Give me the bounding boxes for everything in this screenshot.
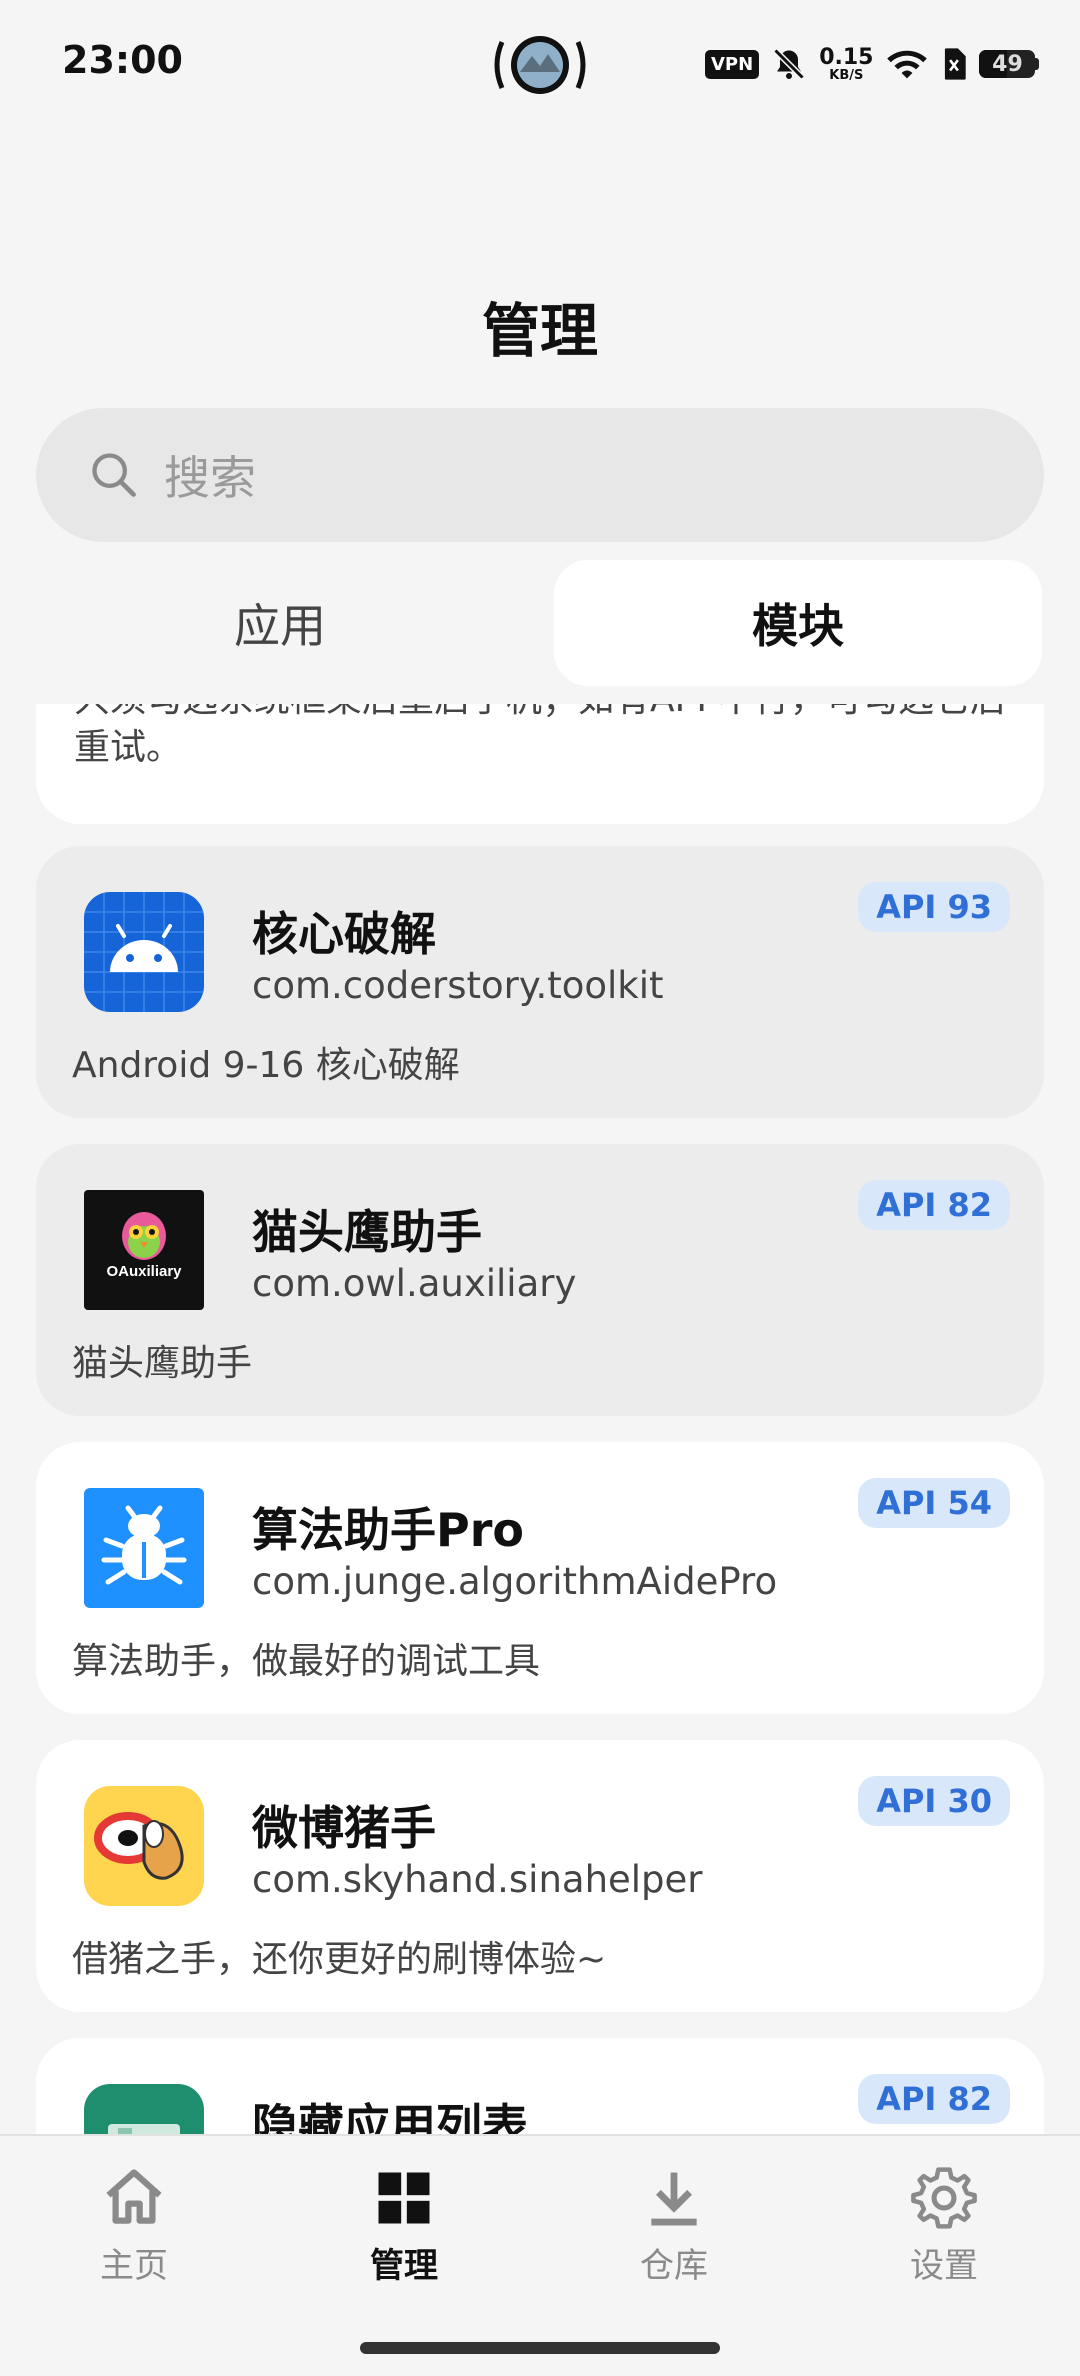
tab-apps[interactable]: 应用 [36, 560, 524, 686]
nav-repository[interactable]: 仓库 [574, 2164, 774, 2287]
module-name: 猫头鹰助手 [252, 1205, 482, 1259]
grid-icon [378, 2172, 430, 2224]
module-card-hide-apps[interactable]: 隐藏应用列表 API 82 [36, 2038, 1044, 2134]
no-sim-icon [945, 48, 967, 80]
mute-bell-icon [773, 48, 805, 80]
module-description: 猫头鹰助手 [72, 1343, 253, 1384]
segment-tabs: 应用 模块 [36, 560, 1044, 686]
search-input[interactable]: 搜索 [36, 408, 1044, 542]
status-bar: 23:00 VPN 0.15 KB/S 49 [0, 0, 1080, 126]
module-card-weibo[interactable]: 微博猪手 com.skyhand.sinahelper 借猪之手，还你更好的刷博… [36, 1740, 1044, 2012]
module-card-toolkit[interactable]: 核心破解 com.coderstory.toolkit Android 9-16… [36, 846, 1044, 1118]
api-badge: API 82 [858, 1180, 1010, 1230]
api-badge: API 30 [858, 1776, 1010, 1826]
weibo-pig-icon [84, 1786, 204, 1906]
module-description: 算法助手，做最好的调试工具 [72, 1641, 541, 1682]
module-card-algorithm[interactable]: 算法助手Pro com.junge.algorithmAidePro 算法助手，… [36, 1442, 1044, 1714]
api-badge: API 82 [858, 2074, 1010, 2124]
nav-home[interactable]: 主页 [34, 2164, 234, 2287]
battery-icon: 49 [979, 50, 1040, 78]
bottom-navigation: 主页 管理 仓库 设置 [0, 2134, 1080, 2376]
vpn-badge: VPN [705, 49, 760, 79]
nav-settings[interactable]: 设置 [844, 2164, 1044, 2287]
module-name: 核心破解 [252, 907, 436, 961]
module-package: com.owl.auxiliary [252, 1262, 577, 1305]
module-name: 微博猪手 [252, 1801, 436, 1855]
api-badge: API 54 [858, 1478, 1010, 1528]
search-placeholder: 搜索 [164, 451, 256, 505]
search-icon [92, 453, 136, 497]
bug-icon [84, 1488, 204, 1608]
recording-indicator-icon [490, 30, 590, 100]
download-icon [651, 2172, 697, 2226]
module-description: 借猪之手，还你更好的刷博体验~ [72, 1939, 607, 1980]
module-package: com.junge.algorithmAidePro [252, 1560, 778, 1603]
module-package: com.skyhand.sinahelper [252, 1858, 703, 1901]
home-icon [106, 2169, 162, 2224]
status-icons: VPN 0.15 KB/S 49 [705, 40, 1040, 88]
hide-app-icon [84, 2084, 204, 2134]
owl-logo-icon: OAuxiliary [84, 1190, 204, 1310]
gear-icon [911, 2167, 977, 2229]
home-indicator[interactable] [360, 2342, 720, 2354]
notice-card: 只须勾选系统框架后重启手机；如有APP不行，可勾选它后重试。 [36, 704, 1044, 824]
module-package: com.coderstory.toolkit [252, 964, 664, 1007]
nav-manage[interactable]: 管理 [304, 2164, 504, 2287]
module-description: Android 9-16 核心破解 [72, 1045, 460, 1086]
module-list[interactable]: 只须勾选系统框架后重启手机；如有APP不行，可勾选它后重试。 核心破解 [0, 704, 1080, 2134]
android-icon [84, 892, 204, 1012]
module-name: 算法助手Pro [252, 1503, 525, 1557]
api-badge: API 93 [858, 882, 1010, 932]
wifi-icon [887, 50, 928, 79]
status-time: 23:00 [62, 38, 183, 82]
net-speed: 0.15 KB/S [819, 44, 874, 83]
tab-modules[interactable]: 模块 [554, 560, 1042, 686]
module-card-owl[interactable]: OAuxiliary 猫头鹰助手 com.owl.auxiliary 猫头鹰助手… [36, 1144, 1044, 1416]
module-name: 隐藏应用列表 [252, 2099, 528, 2134]
page-title: 管理 [481, 297, 598, 365]
notice-text: 只须勾选系统框架后重启手机；如有APP不行，可勾选它后重试。 [74, 704, 1006, 768]
svg-text:OAuxiliary: OAuxiliary [106, 1263, 182, 1280]
